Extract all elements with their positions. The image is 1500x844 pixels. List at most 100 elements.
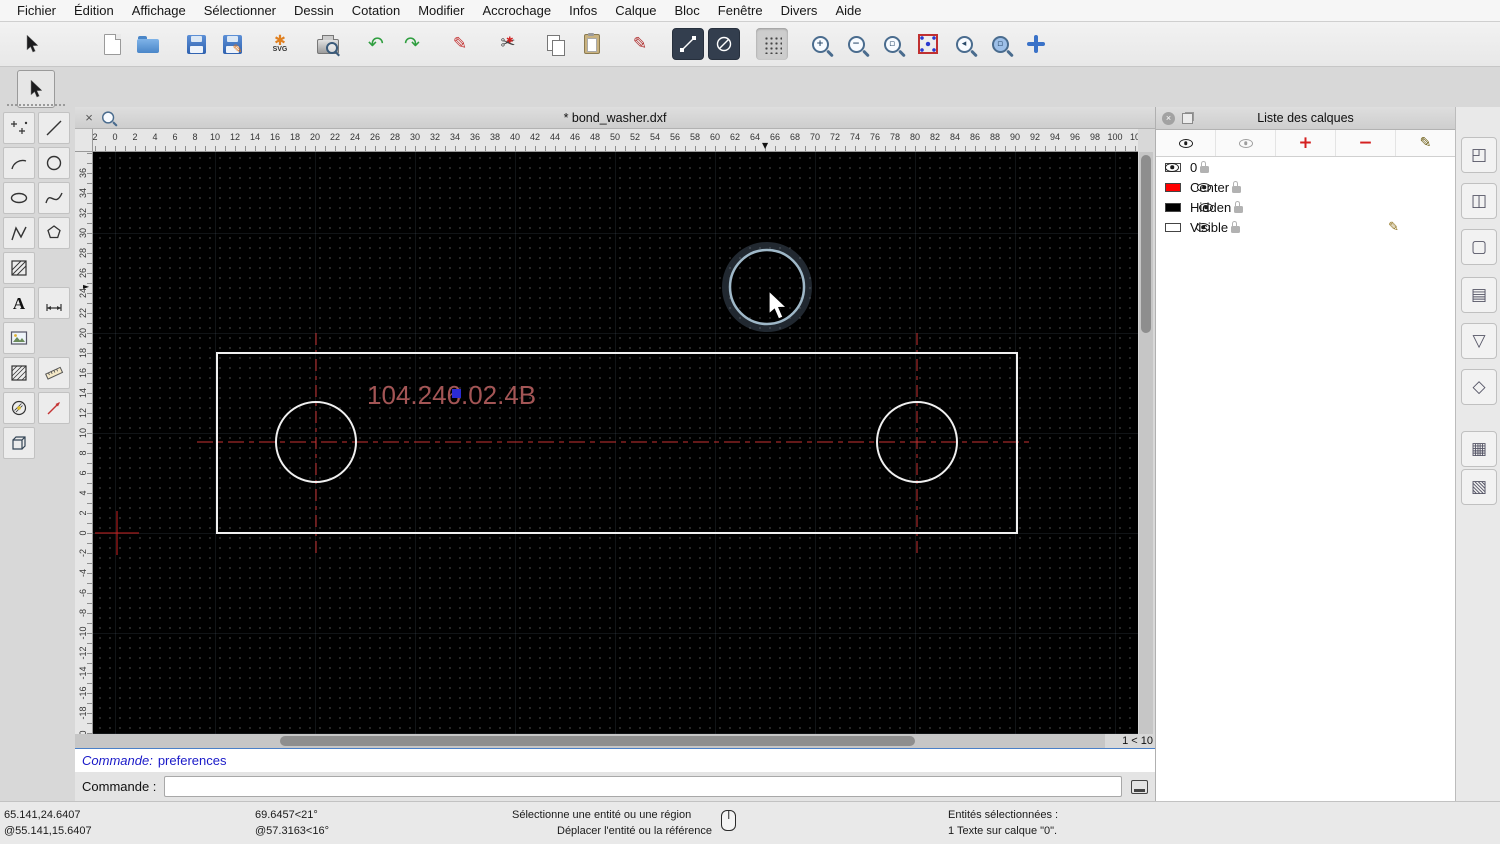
panel-block-list-button[interactable]: ◫ bbox=[1461, 183, 1497, 219]
zoom-in-icon: + bbox=[811, 35, 829, 53]
vertical-scrollbar-thumb[interactable] bbox=[1141, 155, 1151, 333]
cut-icon: ✂ ✱ bbox=[500, 33, 516, 54]
svg-export-button[interactable]: ✱ SVG bbox=[264, 28, 296, 60]
layer-row-hidden[interactable]: Hidden bbox=[1156, 197, 1455, 217]
redo-button[interactable]: ↷ bbox=[396, 28, 428, 60]
horizontal-scrollbar-thumb[interactable] bbox=[280, 736, 915, 746]
part-number-text[interactable]: 104.246.02.4B bbox=[367, 380, 536, 410]
solid-tool-button[interactable] bbox=[3, 427, 35, 459]
select-tool-button[interactable] bbox=[16, 28, 48, 60]
zoom-out-button[interactable]: − bbox=[840, 28, 872, 60]
layer-lock-icon[interactable] bbox=[1200, 161, 1210, 173]
menu-calque[interactable]: Calque bbox=[606, 3, 665, 18]
layer-row-visible[interactable]: Visible ✎ bbox=[1156, 217, 1455, 237]
panel-layer-list-button[interactable]: ▤ bbox=[1461, 277, 1497, 313]
layer-visibility-eye-icon[interactable] bbox=[1197, 182, 1212, 192]
menu-affichage[interactable]: Affichage bbox=[123, 3, 195, 18]
menu-infos[interactable]: Infos bbox=[560, 3, 606, 18]
line-tool-button[interactable] bbox=[38, 112, 70, 144]
circle-tool-button[interactable] bbox=[38, 147, 70, 179]
layer-lock-icon[interactable] bbox=[1232, 181, 1242, 193]
menu-divers[interactable]: Divers bbox=[772, 3, 827, 18]
menu-accrochage[interactable]: Accrochage bbox=[473, 3, 560, 18]
layer-lock-icon[interactable] bbox=[1234, 201, 1244, 213]
undo-button[interactable]: ↶ bbox=[360, 28, 392, 60]
remove-layer-button[interactable]: − bbox=[1336, 130, 1396, 156]
keyboard-toggle-icon[interactable] bbox=[1131, 779, 1148, 794]
polyline-tool-button[interactable] bbox=[3, 217, 35, 249]
panel-selection-filter-button[interactable]: ▽ bbox=[1461, 323, 1497, 359]
zoom-in-button[interactable]: + bbox=[804, 28, 836, 60]
zoom-previous-button[interactable]: ◂ bbox=[948, 28, 980, 60]
save-icon bbox=[186, 34, 206, 54]
menu-fichier[interactable]: Fichier bbox=[8, 3, 65, 18]
new-file-button[interactable] bbox=[96, 28, 128, 60]
pan-button[interactable] bbox=[1020, 28, 1052, 60]
menu-fenetre[interactable]: Fenêtre bbox=[709, 3, 772, 18]
circle-hatch-tool-button[interactable] bbox=[3, 392, 35, 424]
vruler-label: -2 bbox=[78, 549, 88, 558]
canvas-svg[interactable]: 104.246.02.4B bbox=[93, 152, 1138, 734]
image-tool-button[interactable] bbox=[3, 322, 35, 354]
menu-bloc[interactable]: Bloc bbox=[665, 3, 708, 18]
copy-button[interactable] bbox=[540, 28, 572, 60]
paste-button[interactable] bbox=[576, 28, 608, 60]
line-attributes-button[interactable] bbox=[672, 28, 704, 60]
grid-toggle-button[interactable] bbox=[756, 28, 788, 60]
palette-drag-handle[interactable] bbox=[7, 104, 65, 106]
cut-button[interactable]: ✂ ✱ bbox=[492, 28, 524, 60]
spline-tool-button[interactable] bbox=[38, 182, 70, 214]
hatch-tool-button[interactable] bbox=[3, 252, 35, 284]
layer-visibility-eye-icon[interactable] bbox=[1165, 162, 1180, 172]
arc-tool-button[interactable] bbox=[3, 147, 35, 179]
layer-visibility-eye-icon[interactable] bbox=[1199, 202, 1214, 212]
layer-lock-icon[interactable] bbox=[1231, 221, 1241, 233]
panel-pen-palette-button[interactable]: ◇ bbox=[1461, 369, 1497, 405]
zoom-selected-button[interactable] bbox=[912, 28, 944, 60]
circle-tool-icon bbox=[44, 153, 64, 173]
hruler-label: 94 bbox=[1049, 132, 1061, 142]
panel-clipboard-button[interactable]: ▧ bbox=[1461, 469, 1497, 505]
menu-edition[interactable]: Édition bbox=[65, 3, 123, 18]
ellipse-tool-button[interactable] bbox=[3, 182, 35, 214]
dimension-tool-button[interactable] bbox=[38, 287, 70, 319]
save-button[interactable] bbox=[180, 28, 212, 60]
print-preview-button[interactable] bbox=[312, 28, 344, 60]
show-all-layers-button[interactable] bbox=[1156, 130, 1216, 156]
redo-icon: ↷ bbox=[404, 32, 420, 55]
menu-selectionner[interactable]: Sélectionner bbox=[195, 3, 285, 18]
erase-button[interactable]: ✎ bbox=[444, 28, 476, 60]
menu-cotation[interactable]: Cotation bbox=[343, 3, 409, 18]
drawing-canvas[interactable]: 104.246.02.4B bbox=[93, 152, 1138, 734]
point-tool-button[interactable] bbox=[3, 112, 35, 144]
leader-tool-button[interactable] bbox=[38, 392, 70, 424]
menu-modifier[interactable]: Modifier bbox=[409, 3, 473, 18]
selection-tool-button[interactable] bbox=[17, 70, 55, 108]
command-input[interactable] bbox=[164, 776, 1122, 797]
add-layer-button[interactable]: + bbox=[1276, 130, 1336, 156]
command-history[interactable]: Commande: preferences bbox=[75, 748, 1155, 772]
layer-row-0[interactable]: 0 bbox=[1156, 157, 1455, 177]
panel-dock-area-button[interactable]: ▢ bbox=[1461, 229, 1497, 265]
pen-button[interactable]: ✎ bbox=[624, 28, 656, 60]
menu-aide[interactable]: Aide bbox=[826, 3, 870, 18]
zoom-auto-button[interactable]: ▫ bbox=[876, 28, 908, 60]
circle-attributes-button[interactable] bbox=[708, 28, 740, 60]
menu-dessin[interactable]: Dessin bbox=[285, 3, 343, 18]
zoom-window-button[interactable]: ▫ bbox=[984, 28, 1016, 60]
text-tool-button[interactable]: A bbox=[3, 287, 35, 319]
panel-library-browser-button[interactable]: ◰ bbox=[1461, 137, 1497, 173]
horizontal-scrollbar[interactable] bbox=[75, 734, 1105, 748]
polygon-tool-button[interactable] bbox=[38, 217, 70, 249]
layer-row-center[interactable]: Center bbox=[1156, 177, 1455, 197]
layer-visibility-eye-icon[interactable] bbox=[1196, 222, 1211, 232]
plate-outline[interactable] bbox=[216, 352, 1018, 534]
panel-command-line-button[interactable]: ▦ bbox=[1461, 431, 1497, 467]
measure-tool-button[interactable] bbox=[38, 357, 70, 389]
vertical-scrollbar[interactable] bbox=[1139, 152, 1153, 734]
open-file-button[interactable] bbox=[132, 28, 164, 60]
fill-tool-button[interactable] bbox=[3, 357, 35, 389]
save-as-button[interactable]: ✎ bbox=[216, 28, 248, 60]
edit-layer-button[interactable]: ✎ bbox=[1396, 130, 1455, 156]
hide-all-layers-button[interactable] bbox=[1216, 130, 1276, 156]
